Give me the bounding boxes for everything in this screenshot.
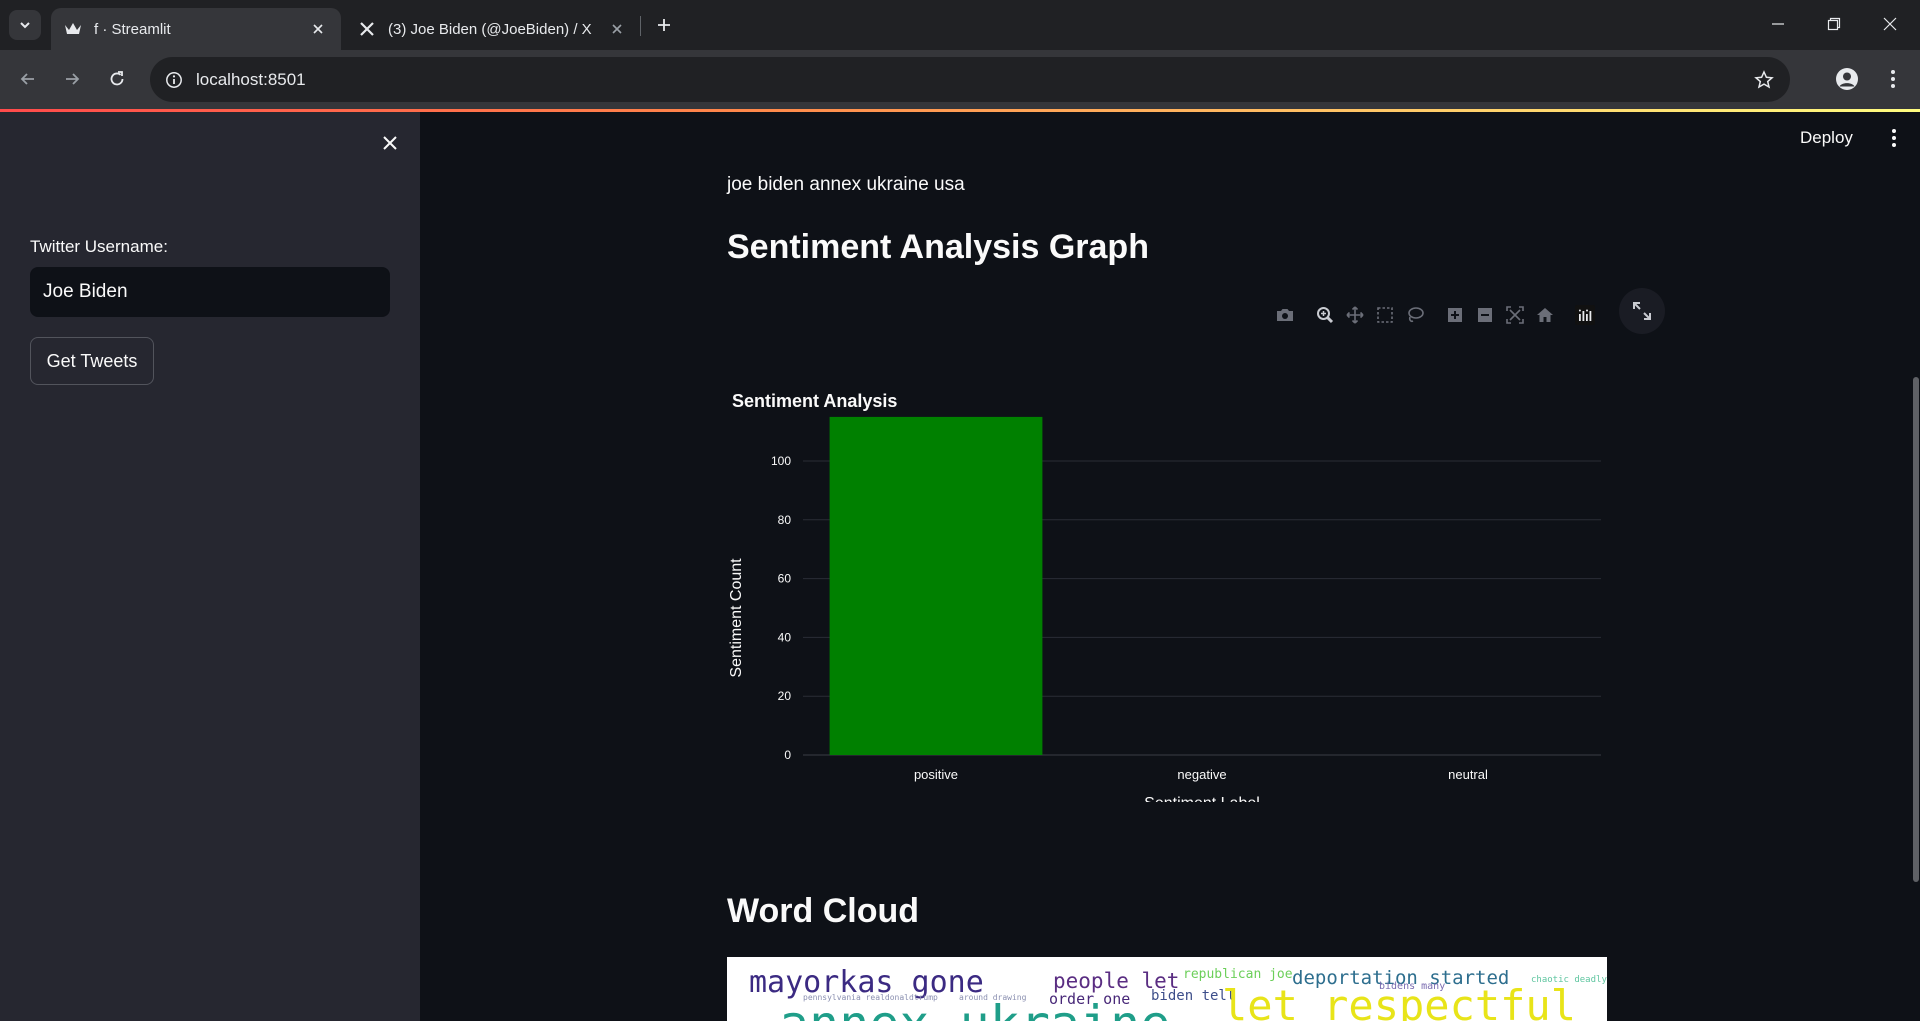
username-input[interactable]: [30, 267, 390, 317]
get-tweets-button[interactable]: Get Tweets: [30, 337, 154, 385]
more-vertical-icon: [1891, 70, 1895, 88]
chevron-down-icon: [20, 22, 30, 29]
expand-icon: [1633, 302, 1651, 320]
tweet-text: joe biden annex ukraine usa: [727, 174, 965, 195]
word-cloud-word: let respectful: [1222, 981, 1577, 1021]
minimize-icon: [1772, 23, 1784, 25]
forward-button[interactable]: [55, 62, 89, 96]
sentiment-bar-chart: Sentiment Analysis 0 20 40 60 80 100 positive ne…: [728, 391, 1601, 802]
x-tick-label: negative: [1177, 767, 1226, 782]
main-menu-button[interactable]: [1880, 124, 1908, 152]
chart-title: Sentiment Analysis: [732, 391, 897, 411]
fullscreen-button[interactable]: [1619, 288, 1665, 334]
url-text: localhost:8501: [196, 70, 306, 89]
wordcloud-heading: Word Cloud: [727, 892, 919, 930]
pan-icon[interactable]: [1340, 302, 1370, 328]
new-tab-button[interactable]: [650, 11, 678, 39]
tab-title: f · Streamlit: [94, 20, 171, 38]
star-icon[interactable]: [1752, 68, 1776, 92]
y-tick-label: 100: [771, 454, 791, 468]
restore-icon: [1827, 17, 1841, 31]
box-select-icon[interactable]: [1370, 302, 1400, 328]
username-label: Twitter Username:: [30, 237, 168, 256]
zoom-icon[interactable]: [1310, 302, 1340, 328]
zoom-in-icon[interactable]: [1440, 302, 1470, 328]
more-vertical-icon: [1892, 129, 1896, 147]
word-cloud-image: mayorkas gone people let republican joe dep…: [727, 957, 1607, 1021]
browser-toolbar: localhost:8501: [0, 50, 1920, 109]
profile-icon: [1836, 68, 1858, 90]
lasso-select-icon[interactable]: [1400, 302, 1430, 328]
tab-title: (3) Joe Biden (@JoeBiden) / X: [388, 20, 592, 38]
tab-search-button[interactable]: [9, 10, 41, 40]
close-icon[interactable]: [307, 18, 329, 40]
close-icon[interactable]: [606, 18, 628, 40]
home-icon[interactable]: [1530, 302, 1560, 328]
zoom-out-icon[interactable]: [1470, 302, 1500, 328]
restore-button[interactable]: [1806, 0, 1862, 48]
close-icon: [383, 136, 397, 150]
reload-icon: [110, 71, 124, 86]
y-tick-label: 0: [784, 748, 791, 762]
tab-streamlit[interactable]: f · Streamlit: [51, 8, 341, 50]
browser-menu-button[interactable]: [1876, 62, 1910, 96]
sentiment-heading: Sentiment Analysis Graph: [727, 228, 1149, 266]
chart-modebar: [1270, 302, 1600, 328]
sidebar: Twitter Username: Get Tweets: [0, 112, 420, 1021]
y-tick-label: 40: [778, 630, 792, 644]
y-tick-label: 20: [778, 689, 792, 703]
close-sidebar-button[interactable]: [376, 129, 404, 157]
close-window-button[interactable]: [1862, 0, 1918, 48]
scrollbar[interactable]: [1913, 377, 1919, 882]
word-cloud-word: republican joe: [1183, 967, 1293, 982]
x-tick-label: positive: [914, 767, 958, 782]
y-axis-title: Sentiment Count: [728, 558, 745, 678]
y-tick-label: 80: [778, 513, 792, 527]
autoscale-icon[interactable]: [1500, 302, 1530, 328]
arrow-left-icon: [20, 73, 34, 85]
back-button[interactable]: [11, 62, 45, 96]
plotly-logo-icon[interactable]: [1570, 302, 1600, 328]
x-tick-label: neutral: [1448, 767, 1488, 782]
tab-x-joe-biden[interactable]: (3) Joe Biden (@JoeBiden) / X: [345, 8, 640, 50]
plus-icon: [658, 19, 670, 31]
streamlit-crown-icon: [64, 20, 82, 38]
tab-separator: [640, 16, 641, 36]
y-tick-label: 60: [778, 572, 792, 586]
camera-icon[interactable]: [1270, 302, 1300, 328]
x-logo-icon: [358, 20, 376, 38]
main-content: Deploy joe biden annex ukraine usa Senti…: [420, 112, 1920, 1021]
deploy-button[interactable]: Deploy: [1800, 128, 1853, 148]
reload-button[interactable]: [100, 62, 134, 96]
close-icon: [1883, 17, 1897, 31]
site-info-icon[interactable]: [162, 68, 186, 92]
arrow-right-icon: [66, 73, 80, 85]
profile-button[interactable]: [1830, 62, 1864, 96]
minimize-button[interactable]: [1750, 0, 1806, 48]
bar-positive: [829, 416, 1043, 755]
address-bar[interactable]: localhost:8501: [150, 57, 1790, 102]
x-axis-title: Sentiment Label: [1144, 795, 1260, 802]
word-cloud-word: annex ukraine: [779, 995, 1170, 1021]
browser-tab-bar: f · Streamlit (3) Joe Biden (@JoeBiden) …: [0, 0, 1920, 50]
